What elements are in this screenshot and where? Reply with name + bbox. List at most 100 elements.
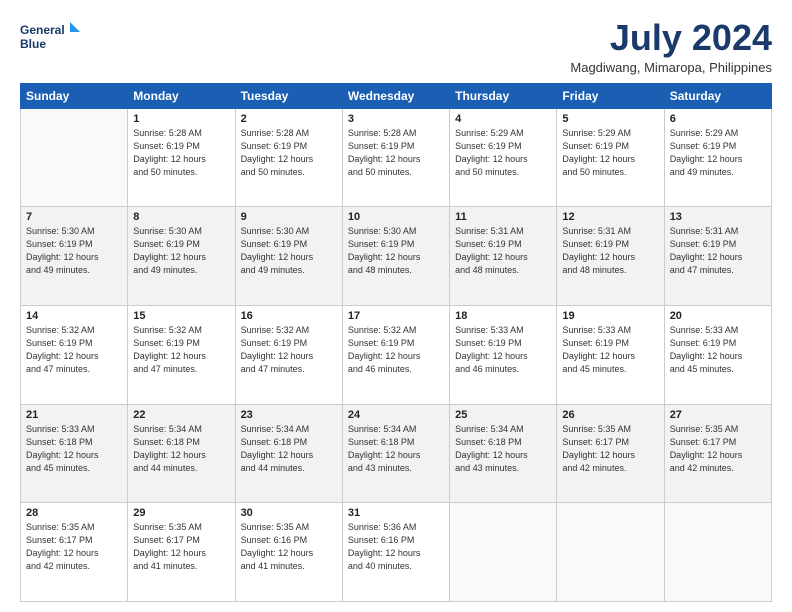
weekday-header: Saturday — [664, 83, 771, 108]
calendar-cell: 27Sunrise: 5:35 AMSunset: 6:17 PMDayligh… — [664, 404, 771, 503]
logo-svg: General Blue — [20, 18, 80, 56]
calendar-cell: 31 Sunrise: 5:36 AMSunset: 6:16 PMDayligh… — [342, 503, 449, 602]
day-info: Sunrise: 5:32 AMSunset: 6:19 PMDaylight:… — [348, 324, 444, 376]
day-number: 21 — [26, 409, 122, 421]
day-number: 10 — [348, 211, 444, 223]
calendar-cell: 4 Sunrise: 5:29 AMSunset: 6:19 PMDaylight… — [450, 108, 557, 207]
calendar-cell — [450, 503, 557, 602]
day-number: 25 — [455, 409, 551, 421]
calendar-cell: 18 Sunrise: 5:33 AMSunset: 6:19 PMDayligh… — [450, 305, 557, 404]
day-info: Sunrise: 5:31 AMSunset: 6:19 PMDaylight:… — [670, 225, 766, 277]
day-number: 5 — [562, 113, 658, 125]
calendar-cell: 9 Sunrise: 5:30 AMSunset: 6:19 PMDaylight… — [235, 207, 342, 306]
calendar-cell: 13 Sunrise: 5:31 AMSunset: 6:19 PMDayligh… — [664, 207, 771, 306]
location: Magdiwang, Mimaropa, Philippines — [570, 60, 772, 75]
calendar-cell: 2Sunrise: 5:28 AMSunset: 6:19 PMDaylight… — [235, 108, 342, 207]
day-number: 28 — [26, 507, 122, 519]
day-number: 16 — [241, 310, 337, 322]
calendar-cell: 19 Sunrise: 5:33 AMSunset: 6:19 PMDayligh… — [557, 305, 664, 404]
day-number: 29 — [133, 507, 229, 519]
day-number: 24 — [348, 409, 444, 421]
day-info: Sunrise: 5:35 AMSunset: 6:17 PMDaylight:… — [670, 423, 766, 475]
day-number: 18 — [455, 310, 551, 322]
calendar-cell: 23 Sunrise: 5:34 AMSunset: 6:18 PMDayligh… — [235, 404, 342, 503]
calendar-cell: 3Sunrise: 5:28 AMSunset: 6:19 PMDaylight… — [342, 108, 449, 207]
day-number: 30 — [241, 507, 337, 519]
day-info: Sunrise: 5:35 AMSunset: 6:17 PMDaylight:… — [133, 521, 229, 573]
page: General Blue July 2024 Magdiwang, Mimaro… — [0, 0, 792, 612]
day-info: Sunrise: 5:33 AMSunset: 6:19 PMDaylight:… — [455, 324, 551, 376]
day-number: 19 — [562, 310, 658, 322]
day-number: 8 — [133, 211, 229, 223]
day-info: Sunrise: 5:35 AMSunset: 6:17 PMDaylight:… — [26, 521, 122, 573]
day-info: Sunrise: 5:29 AMSunset: 6:19 PMDaylight:… — [562, 127, 658, 179]
day-number: 6 — [670, 113, 766, 125]
calendar-cell — [664, 503, 771, 602]
day-info: Sunrise: 5:31 AMSunset: 6:19 PMDaylight:… — [562, 225, 658, 277]
day-number: 20 — [670, 310, 766, 322]
day-info: Sunrise: 5:35 AMSunset: 6:17 PMDaylight:… — [562, 423, 658, 475]
day-info: Sunrise: 5:29 AMSunset: 6:19 PMDaylight:… — [455, 127, 551, 179]
day-number: 13 — [670, 211, 766, 223]
calendar-cell: 25 Sunrise: 5:34 AMSunset: 6:18 PMDayligh… — [450, 404, 557, 503]
calendar-cell: 8 Sunrise: 5:30 AMSunset: 6:19 PMDaylight… — [128, 207, 235, 306]
calendar-cell: 29 Sunrise: 5:35 AMSunset: 6:17 PMDayligh… — [128, 503, 235, 602]
calendar-week-row: 21Sunrise: 5:33 AMSunset: 6:18 PMDayligh… — [21, 404, 772, 503]
calendar-cell: 7 Sunrise: 5:30 AMSunset: 6:19 PMDaylight… — [21, 207, 128, 306]
calendar-week-row: 28 Sunrise: 5:35 AMSunset: 6:17 PMDayligh… — [21, 503, 772, 602]
day-number: 31 — [348, 507, 444, 519]
weekday-header-row: SundayMondayTuesdayWednesdayThursdayFrid… — [21, 83, 772, 108]
day-info: Sunrise: 5:32 AMSunset: 6:19 PMDaylight:… — [133, 324, 229, 376]
weekday-header: Thursday — [450, 83, 557, 108]
calendar-cell: 15Sunrise: 5:32 AMSunset: 6:19 PMDayligh… — [128, 305, 235, 404]
calendar-week-row: 7 Sunrise: 5:30 AMSunset: 6:19 PMDaylight… — [21, 207, 772, 306]
day-number: 12 — [562, 211, 658, 223]
day-info: Sunrise: 5:28 AMSunset: 6:19 PMDaylight:… — [348, 127, 444, 179]
day-number: 14 — [26, 310, 122, 322]
calendar-cell — [557, 503, 664, 602]
calendar-cell: 30 Sunrise: 5:35 AMSunset: 6:16 PMDayligh… — [235, 503, 342, 602]
day-info: Sunrise: 5:34 AMSunset: 6:18 PMDaylight:… — [348, 423, 444, 475]
calendar-week-row: 1Sunrise: 5:28 AMSunset: 6:19 PMDaylight… — [21, 108, 772, 207]
svg-text:Blue: Blue — [20, 37, 46, 51]
day-info: Sunrise: 5:30 AMSunset: 6:19 PMDaylight:… — [133, 225, 229, 277]
weekday-header: Tuesday — [235, 83, 342, 108]
day-info: Sunrise: 5:30 AMSunset: 6:19 PMDaylight:… — [241, 225, 337, 277]
day-info: Sunrise: 5:30 AMSunset: 6:19 PMDaylight:… — [26, 225, 122, 277]
calendar-cell: 17 Sunrise: 5:32 AMSunset: 6:19 PMDayligh… — [342, 305, 449, 404]
calendar-cell: 1Sunrise: 5:28 AMSunset: 6:19 PMDaylight… — [128, 108, 235, 207]
day-number: 22 — [133, 409, 229, 421]
weekday-header: Sunday — [21, 83, 128, 108]
calendar-table: SundayMondayTuesdayWednesdayThursdayFrid… — [20, 83, 772, 602]
weekday-header: Monday — [128, 83, 235, 108]
calendar-cell: 5 Sunrise: 5:29 AMSunset: 6:19 PMDaylight… — [557, 108, 664, 207]
calendar-cell: 10Sunrise: 5:30 AMSunset: 6:19 PMDayligh… — [342, 207, 449, 306]
month-title: July 2024 — [570, 18, 772, 58]
calendar-cell: 20Sunrise: 5:33 AMSunset: 6:19 PMDayligh… — [664, 305, 771, 404]
day-info: Sunrise: 5:31 AMSunset: 6:19 PMDaylight:… — [455, 225, 551, 277]
calendar-cell — [21, 108, 128, 207]
day-info: Sunrise: 5:28 AMSunset: 6:19 PMDaylight:… — [133, 127, 229, 179]
day-number: 9 — [241, 211, 337, 223]
logo: General Blue — [20, 18, 80, 56]
day-number: 2 — [241, 113, 337, 125]
day-info: Sunrise: 5:33 AMSunset: 6:19 PMDaylight:… — [562, 324, 658, 376]
day-info: Sunrise: 5:36 AMSunset: 6:16 PMDaylight:… — [348, 521, 444, 573]
day-number: 4 — [455, 113, 551, 125]
day-number: 7 — [26, 211, 122, 223]
header: General Blue July 2024 Magdiwang, Mimaro… — [20, 18, 772, 75]
day-number: 17 — [348, 310, 444, 322]
weekday-header: Wednesday — [342, 83, 449, 108]
day-number: 26 — [562, 409, 658, 421]
calendar-cell: 14Sunrise: 5:32 AMSunset: 6:19 PMDayligh… — [21, 305, 128, 404]
day-info: Sunrise: 5:34 AMSunset: 6:18 PMDaylight:… — [241, 423, 337, 475]
day-info: Sunrise: 5:35 AMSunset: 6:16 PMDaylight:… — [241, 521, 337, 573]
calendar-cell: 26 Sunrise: 5:35 AMSunset: 6:17 PMDayligh… — [557, 404, 664, 503]
day-number: 11 — [455, 211, 551, 223]
day-info: Sunrise: 5:34 AMSunset: 6:18 PMDaylight:… — [455, 423, 551, 475]
day-number: 23 — [241, 409, 337, 421]
calendar-cell: 21Sunrise: 5:33 AMSunset: 6:18 PMDayligh… — [21, 404, 128, 503]
calendar-cell: 11 Sunrise: 5:31 AMSunset: 6:19 PMDayligh… — [450, 207, 557, 306]
calendar-cell: 12 Sunrise: 5:31 AMSunset: 6:19 PMDayligh… — [557, 207, 664, 306]
calendar-cell: 6Sunrise: 5:29 AMSunset: 6:19 PMDaylight… — [664, 108, 771, 207]
